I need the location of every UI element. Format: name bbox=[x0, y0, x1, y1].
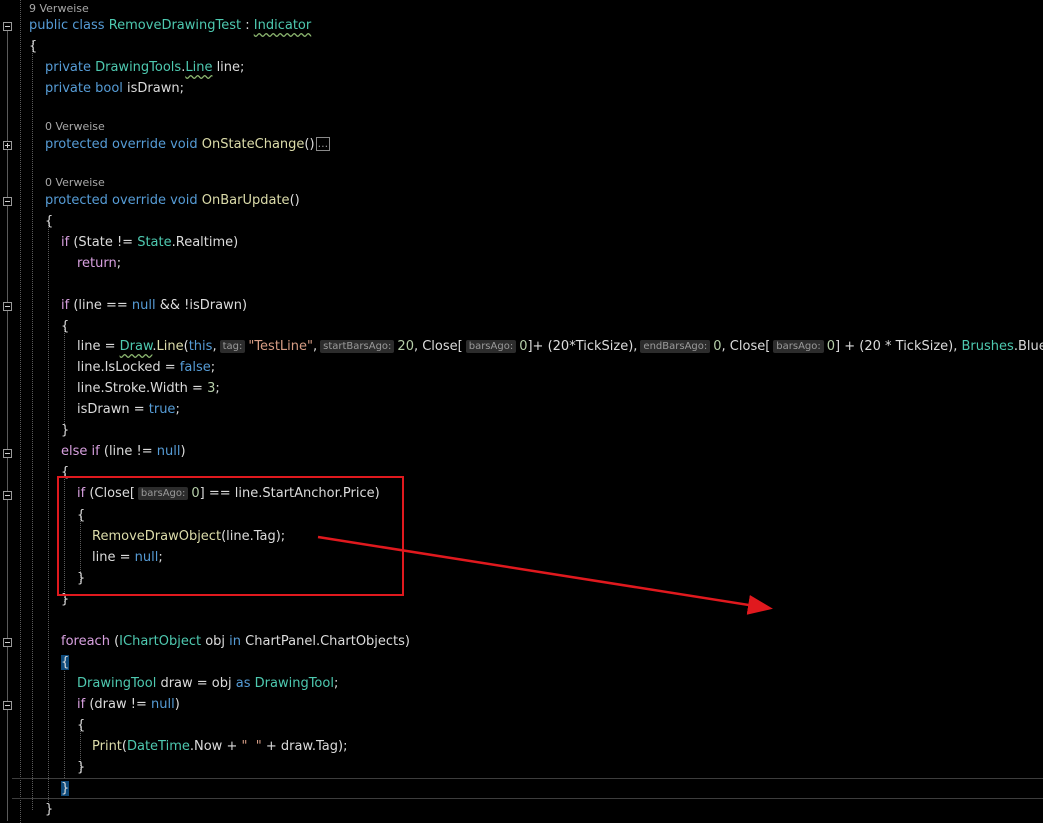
arrow-line bbox=[317, 535, 773, 615]
annotation-arrow bbox=[317, 535, 773, 615]
